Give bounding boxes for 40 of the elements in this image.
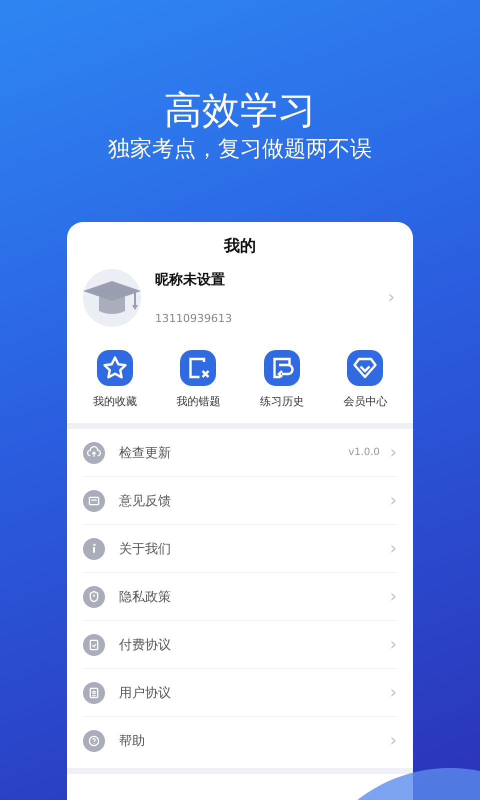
chevron-icon: › (390, 684, 397, 702)
menu-label: 帮助 (119, 732, 146, 750)
shortcut-button[interactable]: 会员中心 (330, 350, 400, 409)
graduation-cap-avatar-icon (83, 269, 141, 327)
version-text: v1.0.0 (348, 447, 380, 458)
chevron-icon: › (390, 588, 397, 606)
menu-label: 检查更新 (119, 444, 172, 462)
menu-label: 付费协议 (119, 636, 172, 654)
menu-label: 用户协议 (119, 684, 172, 702)
page-title: 我的 (222, 236, 257, 256)
phone-number: 13110939613 (155, 312, 233, 325)
chevron-icon: › (388, 289, 395, 307)
shortcut-button[interactable]: 我的收藏 (80, 350, 150, 409)
profile-row[interactable]: 昵称未设置 13110939613 › (67, 268, 413, 328)
menu-item[interactable]: 帮助 › (83, 717, 397, 764)
cloud-upload-icon (83, 442, 105, 464)
menu-item[interactable]: 关于我们 › (83, 525, 397, 573)
subtitle: 独家考点，复习做题两不误 (108, 136, 372, 164)
menu-item[interactable]: 检查更新 v1.0.0 › (83, 429, 397, 477)
shortcut-button[interactable]: 练习历史 (246, 350, 317, 409)
menu-label: 意见反馈 (119, 492, 172, 510)
menu-label: 隐私政策 (119, 588, 172, 606)
chevron-icon: › (390, 636, 397, 654)
menu-item[interactable]: 意见反馈 › (83, 477, 397, 525)
chevron-icon: › (390, 444, 397, 462)
document-cross-icon (180, 350, 216, 386)
info-icon (83, 538, 105, 560)
chevron-icon: › (390, 540, 397, 558)
shortcut-button[interactable]: 我的错题 (163, 350, 234, 409)
chevron-icon: › (390, 732, 397, 750)
menu-label: 关于我们 (119, 540, 172, 558)
history-icon (264, 350, 300, 386)
nickname: 昵称未设置 (155, 271, 226, 289)
menu-item[interactable]: 隐私政策 › (83, 573, 397, 621)
menu-item[interactable]: 付费协议 › (83, 621, 397, 669)
question-icon (83, 730, 105, 752)
shield-icon (83, 586, 105, 608)
menu-item[interactable]: 用户协议 › (83, 669, 397, 717)
chevron-icon: › (390, 492, 397, 510)
headline: 高效学习 (164, 88, 316, 132)
